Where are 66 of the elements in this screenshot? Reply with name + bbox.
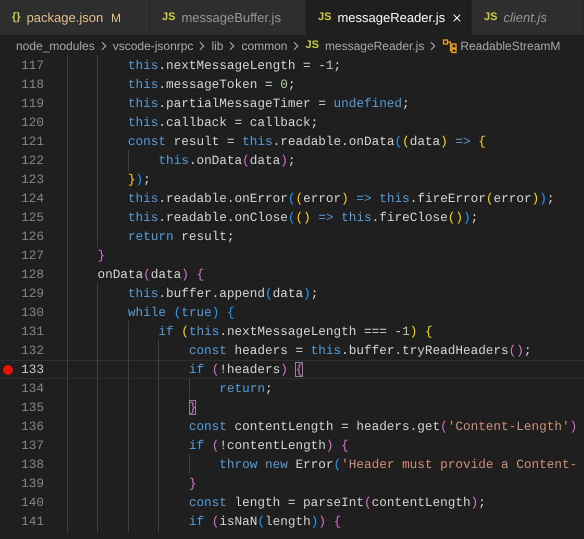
line-number: 124 <box>21 190 44 208</box>
line-number: 120 <box>21 114 44 132</box>
modified-label: M <box>111 10 121 26</box>
code-line: if (!headers) { <box>188 360 304 379</box>
line-number: 131 <box>21 322 44 341</box>
line-number: 122 <box>21 152 44 170</box>
code-line: if (isNaN(length)) { <box>188 512 342 531</box>
code-line: throw new Error('Header must provide a Content- <box>218 456 578 474</box>
code-line: }); <box>126 170 151 189</box>
breadcrumb-item[interactable]: common <box>241 36 288 54</box>
code-line: this.buffer.append(data); <box>126 284 318 303</box>
breadcrumb-item[interactable]: messageReader.js <box>324 36 424 54</box>
editor-tab[interactable]: JS messageReader.js <box>306 0 472 35</box>
code-line: while (true) { <box>126 304 235 322</box>
breadcrumb-item[interactable]: vscode-jsonrpc <box>112 36 194 54</box>
code-line: const contentLength = headers.get('Content-Length') <box>188 418 578 436</box>
code-line: const result = this.readable.onData((data) => { <box>126 132 486 151</box>
code-line: return; <box>218 380 273 398</box>
code-line: this.readable.onError((error) => this.fireError(error)); <box>126 190 554 208</box>
line-number: 141 <box>21 512 44 531</box>
code-line: this.callback = callback; <box>126 114 318 132</box>
file-type-icon: {} <box>12 9 21 26</box>
code-line: const length = parseInt(contentLength); <box>188 494 486 512</box>
line-number: 126 <box>21 228 44 246</box>
line-number: 133 <box>21 360 44 379</box>
line-number: 128 <box>21 266 44 284</box>
line-number: 121 <box>21 132 44 151</box>
code-line: } <box>96 246 106 265</box>
code-line: return result; <box>126 228 235 246</box>
line-number: 123 <box>21 170 44 189</box>
code-line: this.partialMessageTimer = undefined; <box>126 94 410 113</box>
line-number: 135 <box>21 398 44 417</box>
editor-tab[interactable]: {} package.json M <box>0 0 150 35</box>
line-number: 117 <box>21 56 44 75</box>
line-number: 118 <box>21 76 44 94</box>
code-line: this.messageToken = 0; <box>126 76 296 94</box>
line-number: 119 <box>21 94 44 113</box>
line-number: 127 <box>21 246 44 265</box>
code-line: onData(data) { <box>96 266 204 284</box>
line-number: 125 <box>21 208 44 227</box>
code-line: if (this.nextMessageLength === -1) { <box>157 322 433 341</box>
code-line: this.nextMessageLength = -1; <box>126 56 342 75</box>
code-line: this.onData(data); <box>157 152 296 170</box>
line-number: 140 <box>21 494 44 512</box>
file-type-icon: JS <box>162 9 176 26</box>
line-number: 138 <box>21 456 44 474</box>
code-line: } <box>188 474 196 493</box>
code-line: const headers = this.buffer.tryReadHeaders(); <box>188 342 532 360</box>
editor-tab[interactable]: JS messageBuffer.js <box>150 0 306 35</box>
code-line: } <box>188 398 196 417</box>
code-line: this.readable.onClose(() => this.fireClose()); <box>126 208 478 227</box>
editor-tab[interactable]: JS client.js <box>472 0 584 35</box>
code-line: if (!contentLength) { <box>188 436 349 455</box>
file-type-icon: JS <box>484 9 498 26</box>
breadcrumb-item[interactable]: lib <box>211 36 224 54</box>
line-number: 136 <box>21 418 44 436</box>
line-number: 137 <box>21 436 44 455</box>
breadcrumb-item[interactable]: ReadableStreamM <box>460 36 560 54</box>
line-number: 130 <box>21 304 44 322</box>
line-number: 139 <box>21 474 44 493</box>
file-type-icon: JS <box>305 37 319 54</box>
file-type-icon: JS <box>318 9 332 26</box>
line-number: 134 <box>21 380 44 398</box>
line-number: 132 <box>21 342 44 360</box>
breadcrumb-item[interactable]: node_modules <box>16 36 95 54</box>
line-number: 129 <box>21 284 44 303</box>
